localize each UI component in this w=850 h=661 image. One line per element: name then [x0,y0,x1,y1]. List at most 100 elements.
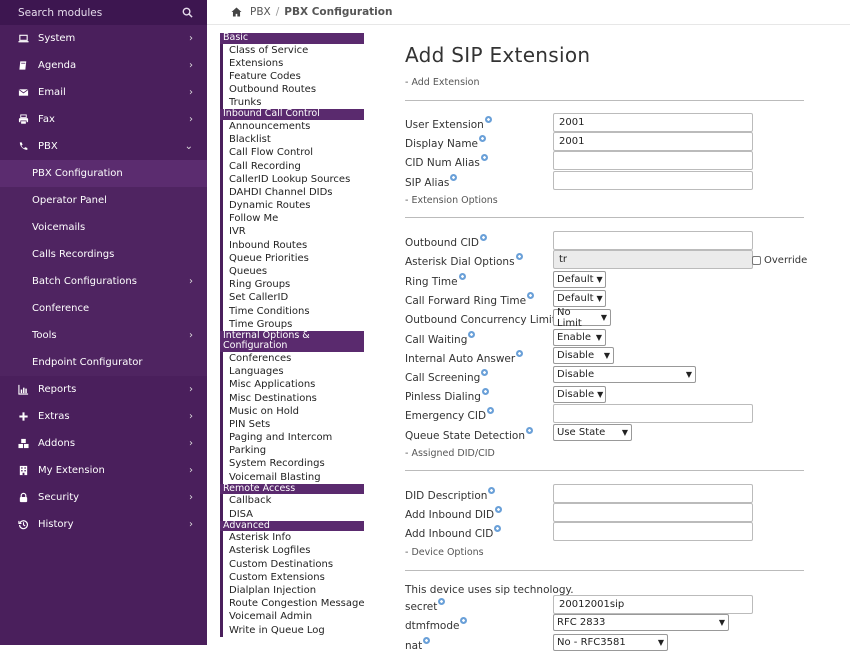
module-link[interactable]: Announcements [220,119,364,134]
module-link[interactable]: Feature Codes [220,69,364,84]
sidebar-subitem-conference[interactable]: Conference [0,295,207,322]
nat-select[interactable]: No - RFC3581 ▼ [553,634,668,651]
module-link[interactable]: Outbound Routes [220,83,364,97]
module-link[interactable]: PIN Sets [220,417,364,432]
module-link[interactable]: Queues [220,265,364,279]
cid-num-alias-field[interactable] [553,151,753,170]
help-icon[interactable] [481,369,489,376]
module-link[interactable]: Misc Destinations [220,391,364,405]
module-link[interactable]: Dialplan Injection [220,583,364,598]
checkbox-box[interactable] [752,256,761,265]
add-inbound-cid-field[interactable] [553,522,753,541]
sidebar-subitem-operator-panel[interactable]: Operator Panel [0,187,207,214]
sidebar-item-addons[interactable]: Addons › [0,430,207,457]
outbound-cid-field[interactable] [553,231,753,250]
help-icon[interactable] [479,135,487,142]
asterisk-dial-options-field[interactable]: tr [553,250,753,269]
module-link[interactable]: Dynamic Routes [220,199,364,213]
module-link[interactable]: Route Congestion Messages [220,597,364,611]
module-link[interactable]: Inbound Routes [220,238,364,252]
module-link[interactable]: DAHDI Channel DIDs [220,185,364,200]
pinless-dialing-select[interactable]: Disable ▼ [553,386,606,403]
module-link[interactable]: Call Flow Control [220,146,364,160]
override-checkbox[interactable]: Override [752,255,807,266]
emergency-cid-field[interactable] [553,404,753,423]
sidebar-item-agenda[interactable]: Agenda › [0,52,207,79]
call-screening-select[interactable]: Disable ▼ [553,366,696,383]
home-icon[interactable] [231,7,242,17]
queue-state-detection-select[interactable]: Use State ▼ [553,424,632,441]
module-link[interactable]: Languages [220,365,364,379]
search-icon[interactable] [182,7,193,18]
sidebar-item-fax[interactable]: Fax › [0,106,207,133]
module-link[interactable]: Conferences [220,351,364,366]
sidebar-subitem-endpoint-configurator[interactable]: Endpoint Configurator [0,349,207,376]
module-link[interactable]: Voicemail Blasting [220,470,364,484]
dtmfmode-select[interactable]: RFC 2833 ▼ [553,614,729,631]
module-link[interactable]: CallerID Lookup Sources [220,172,364,186]
sidebar-subitem-voicemails[interactable]: Voicemails [0,214,207,241]
module-link[interactable]: DISA [220,507,364,521]
help-icon[interactable] [460,617,468,624]
sidebar-item-reports[interactable]: Reports › [0,376,207,403]
module-link[interactable]: Asterisk Logfiles [220,544,364,558]
module-link[interactable]: Asterisk Info [220,531,364,545]
help-icon[interactable] [495,506,503,513]
help-icon[interactable] [481,388,489,395]
module-link[interactable]: IVR [220,225,364,239]
module-link[interactable]: Misc Applications [220,378,364,392]
help-icon[interactable] [458,273,466,280]
user-extension-field[interactable]: 2001 [553,113,753,132]
module-link[interactable]: Time Groups [220,317,364,331]
module-link[interactable]: System Recordings [220,457,364,471]
help-icon[interactable] [527,292,535,299]
module-link[interactable]: Write in Queue Log [220,623,364,637]
sidebar-subitem-batch-configurations[interactable]: Batch Configurations › [0,268,207,295]
module-link[interactable]: Voicemail Admin [220,610,364,624]
secret-field[interactable]: 20012001sip [553,595,753,614]
sidebar-item-history[interactable]: History › [0,511,207,538]
help-icon[interactable] [515,253,523,260]
module-link[interactable]: Class of Service [220,43,364,57]
sidebar-subitem-tools[interactable]: Tools › [0,322,207,349]
module-link[interactable]: Set CallerID [220,291,364,305]
sidebar-item-email[interactable]: Email › [0,79,207,106]
sip-alias-field[interactable] [553,171,753,190]
display-name-field[interactable]: 2001 [553,132,753,151]
ring-time-select[interactable]: Default ▼ [553,271,606,288]
module-link[interactable]: Queue Priorities [220,251,364,265]
search-modules-input[interactable]: Search modules [0,0,207,25]
help-icon[interactable] [479,234,487,241]
sidebar-item-my-extension[interactable]: My Extension › [0,457,207,484]
module-link[interactable]: Blacklist [220,133,364,147]
module-link[interactable]: Custom Extensions [220,570,364,584]
module-link[interactable]: Extensions [220,56,364,70]
module-link[interactable]: Music on Hold [220,404,364,418]
module-link[interactable]: Call Recording [220,159,364,173]
help-icon[interactable] [423,637,431,644]
add-inbound-did-field[interactable] [553,503,753,522]
outbound-concurrency-limit-select[interactable]: No Limit ▼ [553,307,611,329]
sidebar-subitem-pbx-configuration[interactable]: PBX Configuration [0,160,207,187]
help-icon[interactable] [484,116,492,123]
sidebar-item-security[interactable]: Security › [0,484,207,511]
sidebar-item-system[interactable]: System › [0,25,207,52]
module-link[interactable]: Callback [220,494,364,508]
breadcrumb-root[interactable]: PBX [250,6,271,18]
help-icon[interactable] [494,525,502,532]
help-icon[interactable] [488,487,496,494]
sidebar-item-extras[interactable]: Extras › [0,403,207,430]
help-icon[interactable] [525,427,533,434]
help-icon[interactable] [516,350,524,357]
help-icon[interactable] [438,598,446,605]
sidebar-item-pbx[interactable]: PBX ⌄ [0,133,207,160]
help-icon[interactable] [480,154,488,161]
call-waiting-select[interactable]: Enable ▼ [553,329,606,346]
help-icon[interactable] [487,407,495,414]
call-forward-ring-time-select[interactable]: Default ▼ [553,290,606,307]
sidebar-subitem-calls-recordings[interactable]: Calls Recordings [0,241,207,268]
module-link[interactable]: Custom Destinations [220,557,364,571]
help-icon[interactable] [450,174,458,181]
help-icon[interactable] [468,331,476,338]
module-link[interactable]: Paging and Intercom [220,431,364,445]
